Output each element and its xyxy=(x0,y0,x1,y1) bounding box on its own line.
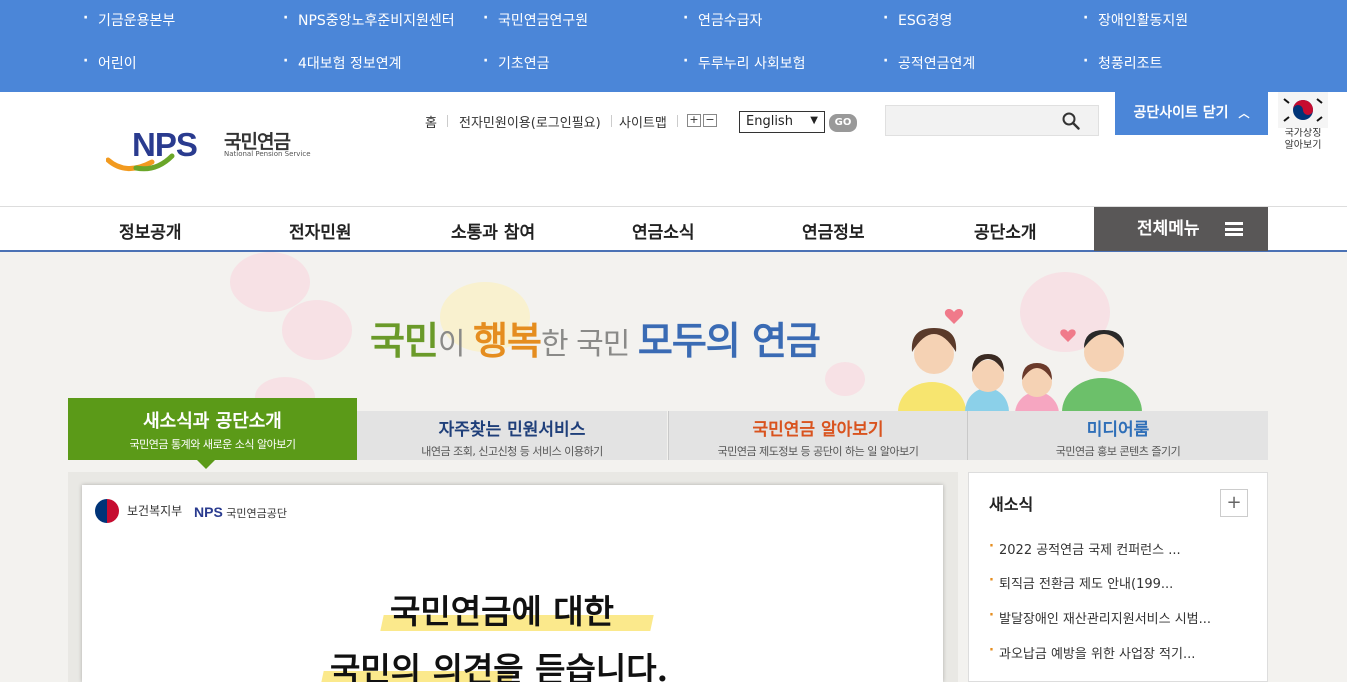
nps-mini-logo: NPS 국민연금공단 xyxy=(194,504,287,521)
home-link[interactable]: 홈 xyxy=(425,112,448,131)
tab-desc: 내연금 조회, 신고신청 등 서비스 이용하기 xyxy=(421,445,603,458)
tab-learn-pension[interactable]: 국민연금 알아보기 국민연금 제도정보 등 공단이 하는 일 알아보기 xyxy=(668,411,967,460)
tab-media-room[interactable]: 미디어룸 국민연금 홍보 콘텐츠 즐기기 xyxy=(967,411,1268,460)
site-link[interactable]: 장애인활동지원 xyxy=(1083,10,1188,30)
hamburger-icon xyxy=(1225,222,1243,236)
tab-title: 자주찾는 민원서비스 xyxy=(438,420,586,440)
tab-desc: 국민연금 홍보 콘텐츠 즐기기 xyxy=(1055,445,1181,458)
news-more-button[interactable]: + xyxy=(1220,489,1248,517)
language-go-button[interactable]: GO xyxy=(829,114,857,132)
all-menu-label: 전체메뉴 xyxy=(1137,219,1200,239)
main-visual: 국민이 행복한 국민 모두의 연금 xyxy=(0,252,1347,412)
sitemap-link[interactable]: 사이트맵 xyxy=(619,112,678,131)
tab-frequent-services[interactable]: 자주찾는 민원서비스 내연금 조회, 신고신청 등 서비스 이용하기 xyxy=(357,411,667,460)
slogan-part: 한 국민 xyxy=(540,327,638,362)
search-icon[interactable] xyxy=(1062,112,1080,130)
slogan-part: 모두의 연금 xyxy=(637,318,821,363)
site-link[interactable]: 4대보험 정보연계 xyxy=(283,53,401,73)
symbol-label: 국가상징 xyxy=(1284,128,1322,139)
site-link[interactable]: ESG경영 xyxy=(883,10,952,30)
news-item[interactable]: 과오납금 예방을 위한 사업장 적기... xyxy=(989,643,1254,662)
site-link[interactable]: 국민연금연구원 xyxy=(483,10,588,30)
banner-headline: 국민의 의견을 듣습니다. xyxy=(330,650,669,682)
survey-banner[interactable]: 보건복지부 NPS 국민연금공단 국민연금에 대한 국민의 의견을 듣습니다. xyxy=(82,485,943,682)
news-title: 새소식 xyxy=(989,495,1034,514)
gnb-item-pension-info[interactable]: 연금정보 xyxy=(802,218,865,243)
eservice-link[interactable]: 전자민원이용(로그인필요) xyxy=(459,112,612,131)
site-link[interactable]: 기초연금 xyxy=(483,53,549,73)
chevron-down-icon: ▼ xyxy=(810,115,818,126)
news-panel: 새소식 + 2022 공적연금 국제 컨퍼런스 ... 퇴직금 전환금 제도 안… xyxy=(968,472,1268,682)
site-link[interactable]: 두루누리 사회보험 xyxy=(683,53,805,73)
font-increase-button[interactable]: + xyxy=(687,114,701,127)
slogan-part: 이 xyxy=(437,327,474,362)
site-link[interactable]: 기금운용본부 xyxy=(83,10,175,30)
logo-english-name: National Pension Service xyxy=(224,150,311,158)
gnb-item-communication[interactable]: 소통과 참여 xyxy=(451,218,535,243)
tab-title: 새소식과 공단소개 xyxy=(143,411,282,432)
decor-heart xyxy=(825,362,865,396)
site-link[interactable]: 청풍리조트 xyxy=(1083,53,1163,73)
main-navigation: 정보공개 전자민원 소통과 참여 연금소식 연금정보 공단소개 전체메뉴 xyxy=(0,206,1347,252)
site-header: NPS 국민연금 National Pension Service 홈 전자민원… xyxy=(0,92,1347,206)
site-link[interactable]: 공적연금연계 xyxy=(883,53,975,73)
banner-headline: 국민연금에 대한 xyxy=(390,592,615,631)
news-item[interactable]: 퇴직금 전환금 제도 안내(199... xyxy=(989,573,1254,592)
close-site-button[interactable]: 공단사이트 닫기 ︿ xyxy=(1115,92,1268,135)
tab-title: 국민연금 알아보기 xyxy=(752,420,884,440)
site-link[interactable]: NPS중앙노후준비지원센터 xyxy=(283,10,455,30)
taegeukgi-icon xyxy=(1278,92,1328,128)
decor-heart xyxy=(230,252,310,312)
gnb-item-eservice[interactable]: 전자민원 xyxy=(289,218,352,243)
close-site-label: 공단사이트 닫기 xyxy=(1133,105,1229,121)
site-link[interactable]: 어린이 xyxy=(83,53,137,73)
language-select[interactable]: English ▼ xyxy=(739,111,825,133)
main-tabs: 새소식과 공단소개 국민연금 통계와 새로운 소식 알아보기 자주찾는 민원서비… xyxy=(68,398,1268,469)
tab-desc: 국민연금 통계와 새로운 소식 알아보기 xyxy=(129,438,296,451)
family-illustration xyxy=(898,309,1142,412)
nps-mark: NPS xyxy=(194,504,223,520)
gnb-item-info[interactable]: 정보공개 xyxy=(119,218,182,243)
national-symbol-link[interactable]: 국가상징 알아보기 xyxy=(1278,92,1328,162)
nps-org-name: 국민연금공단 xyxy=(226,507,288,520)
all-menu-button[interactable]: 전체메뉴 xyxy=(1094,207,1268,251)
logo-mark: NPS xyxy=(132,126,198,163)
symbol-label: 알아보기 xyxy=(1284,140,1322,151)
slogan-part: 국민 xyxy=(370,318,439,363)
gnb-item-about[interactable]: 공단소개 xyxy=(974,218,1037,243)
nps-logo[interactable]: NPS 국민연금 National Pension Service xyxy=(106,124,311,174)
news-item[interactable]: 2022 공적연금 국제 컨퍼런스 ... xyxy=(989,539,1254,558)
tab-news-about[interactable]: 새소식과 공단소개 국민연금 통계와 새로운 소식 알아보기 xyxy=(68,398,357,469)
language-selected: English xyxy=(746,114,793,129)
chevron-up-icon: ︿ xyxy=(1238,107,1250,120)
tab-desc: 국민연금 제도정보 등 공단이 하는 일 알아보기 xyxy=(717,445,919,458)
ministry-name: 보건복지부 xyxy=(127,504,183,518)
ministry-logo: 보건복지부 xyxy=(95,499,182,523)
news-item[interactable]: 발달장애인 재산관리지원서비스 시범... xyxy=(989,608,1254,627)
gnb-item-news[interactable]: 연금소식 xyxy=(632,218,695,243)
government-emblem-icon xyxy=(95,499,119,523)
decor-heart xyxy=(282,300,352,360)
site-link[interactable]: 연금수급자 xyxy=(683,10,763,30)
tab-title: 미디어룸 xyxy=(1086,420,1150,440)
search-input[interactable] xyxy=(885,105,1099,136)
slogan: 국민이 행복한 국민 모두의 연금 xyxy=(370,310,821,365)
family-site-bar: 기금운용본부 NPS중앙노후준비지원센터 국민연금연구원 연금수급자 ESG경영… xyxy=(0,0,1347,92)
font-decrease-button[interactable]: − xyxy=(703,114,717,127)
slogan-part: 행복 xyxy=(473,318,542,363)
